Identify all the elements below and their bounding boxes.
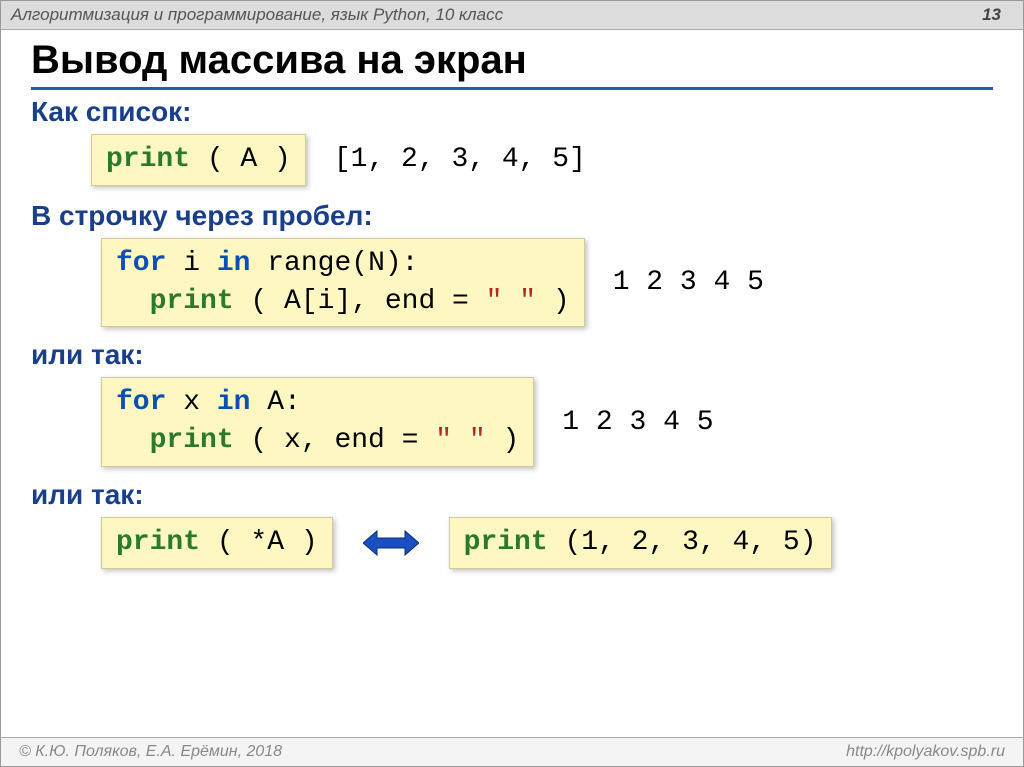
- example-1-row: print ( A ) [1, 2, 3, 4, 5]: [91, 134, 993, 186]
- code-fn: print: [106, 144, 190, 175]
- header-title: Алгоритмизация и программирование, язык …: [11, 5, 503, 25]
- kw-in: in: [217, 248, 251, 279]
- code-body: ( *A ): [200, 527, 318, 558]
- code-t: A:: [250, 387, 300, 418]
- section-label-row: В строчку через пробел:: [31, 200, 993, 232]
- slide: Алгоритмизация и программирование, язык …: [0, 0, 1024, 767]
- code-str: " ": [486, 286, 536, 317]
- code-body: ( A ): [190, 144, 291, 175]
- kw-for: for: [116, 248, 166, 279]
- code-block-1: print ( A ): [91, 134, 306, 186]
- code-block-2: for i in range(N): print ( A[i], end = "…: [101, 238, 585, 328]
- output-2: 1 2 3 4 5: [613, 267, 764, 298]
- code-body: (1, 2, 3, 4, 5): [548, 527, 817, 558]
- code-fn: print: [116, 527, 200, 558]
- footer-url: http://kpolyakov.spb.ru: [846, 743, 1005, 761]
- kw-for: for: [116, 387, 166, 418]
- slide-content: Вывод массива на экран Как список: print…: [1, 30, 1023, 569]
- section-label-list: Как список:: [31, 96, 993, 128]
- code-t: ( A[i], end =: [234, 286, 486, 317]
- code-fn: print: [150, 286, 234, 317]
- example-4-row: print ( *A ) print (1, 2, 3, 4, 5): [101, 517, 993, 569]
- code-t: ): [536, 286, 570, 317]
- example-2-row: for i in range(N): print ( A[i], end = "…: [101, 238, 993, 328]
- footer-copyright: © К.Ю. Поляков, Е.А. Ерёмин, 2018: [19, 743, 282, 761]
- output-3: 1 2 3 4 5: [562, 407, 713, 438]
- page-number: 13: [982, 5, 1001, 25]
- code-fn: print: [464, 527, 548, 558]
- double-arrow-icon: [361, 528, 421, 558]
- code-t: ( x, end =: [234, 425, 436, 456]
- kw-in: in: [217, 387, 251, 418]
- code-t: range(N):: [250, 248, 418, 279]
- code-t: ): [486, 425, 520, 456]
- section-label-or1: или так:: [31, 339, 993, 371]
- code-t: i: [166, 248, 216, 279]
- page-title: Вывод массива на экран: [31, 38, 993, 90]
- example-3-row: for x in A: print ( x, end = " " ) 1 2 3…: [101, 377, 993, 467]
- code-fn: print: [150, 425, 234, 456]
- section-label-or2: или так:: [31, 479, 993, 511]
- slide-header: Алгоритмизация и программирование, язык …: [1, 1, 1023, 30]
- code-block-5: print (1, 2, 3, 4, 5): [449, 517, 832, 569]
- slide-footer: © К.Ю. Поляков, Е.А. Ерёмин, 2018 http:/…: [1, 737, 1023, 766]
- code-block-3: for x in A: print ( x, end = " " ): [101, 377, 534, 467]
- code-str: " ": [435, 425, 485, 456]
- code-t: x: [166, 387, 216, 418]
- output-1: [1, 2, 3, 4, 5]: [334, 144, 586, 175]
- code-block-4: print ( *A ): [101, 517, 333, 569]
